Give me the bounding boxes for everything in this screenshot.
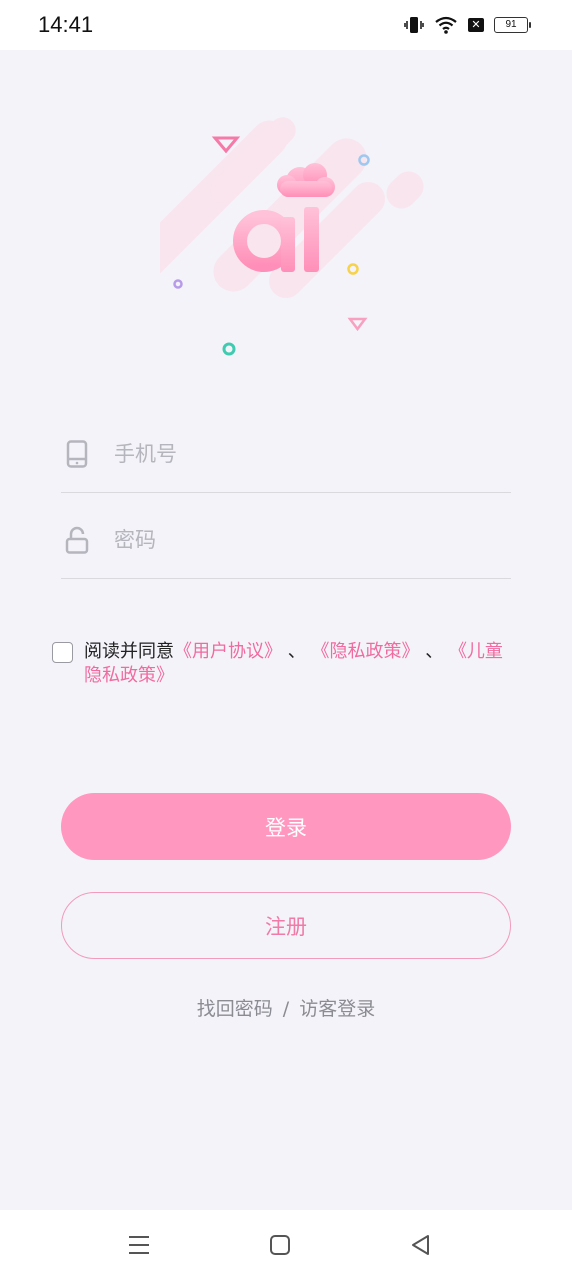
password-input[interactable] <box>112 520 496 560</box>
vibrate-icon <box>404 17 424 33</box>
agree-prefix: 阅读并同意 <box>84 641 174 662</box>
forgot-password-link[interactable]: 找回密码 <box>197 998 273 1020</box>
sim-blocked-icon: ✕ <box>468 18 484 32</box>
guest-login-link[interactable]: 访客登录 <box>299 998 375 1020</box>
agree-separator: 、 <box>425 641 444 662</box>
system-nav-bar <box>0 1210 572 1280</box>
agree-separator: 、 <box>287 641 306 662</box>
menu-icon[interactable] <box>126 1232 152 1258</box>
battery-icon: 91 <box>494 17 531 33</box>
privacy-policy-link[interactable]: 《隐私政策》 <box>311 641 419 662</box>
home-icon[interactable] <box>267 1232 293 1258</box>
login-button[interactable]: 登录 <box>61 793 511 860</box>
phone-icon <box>66 440 88 468</box>
phone-field[interactable] <box>61 422 511 493</box>
register-button[interactable]: 注册 <box>61 892 511 959</box>
lock-icon <box>65 526 89 554</box>
agreement-text: 阅读并同意《用户协议》 、 《隐私政策》 、 《儿童隐私政策》 <box>84 640 514 688</box>
extra-links: 找回密码 / 访客登录 <box>0 994 572 1021</box>
link-separator: / <box>282 998 290 1020</box>
password-field[interactable] <box>61 508 511 579</box>
back-icon[interactable] <box>408 1232 434 1258</box>
agree-checkbox[interactable] <box>52 642 73 663</box>
phone-input[interactable] <box>112 434 496 474</box>
status-bar: 14:41 ✕ 91 <box>0 0 572 50</box>
app-logo <box>160 117 424 356</box>
user-agreement-link[interactable]: 《用户协议》 <box>174 641 282 662</box>
status-icons: ✕ 91 <box>404 14 531 36</box>
status-time: 14:41 <box>38 12 94 37</box>
wifi-icon <box>435 16 457 34</box>
